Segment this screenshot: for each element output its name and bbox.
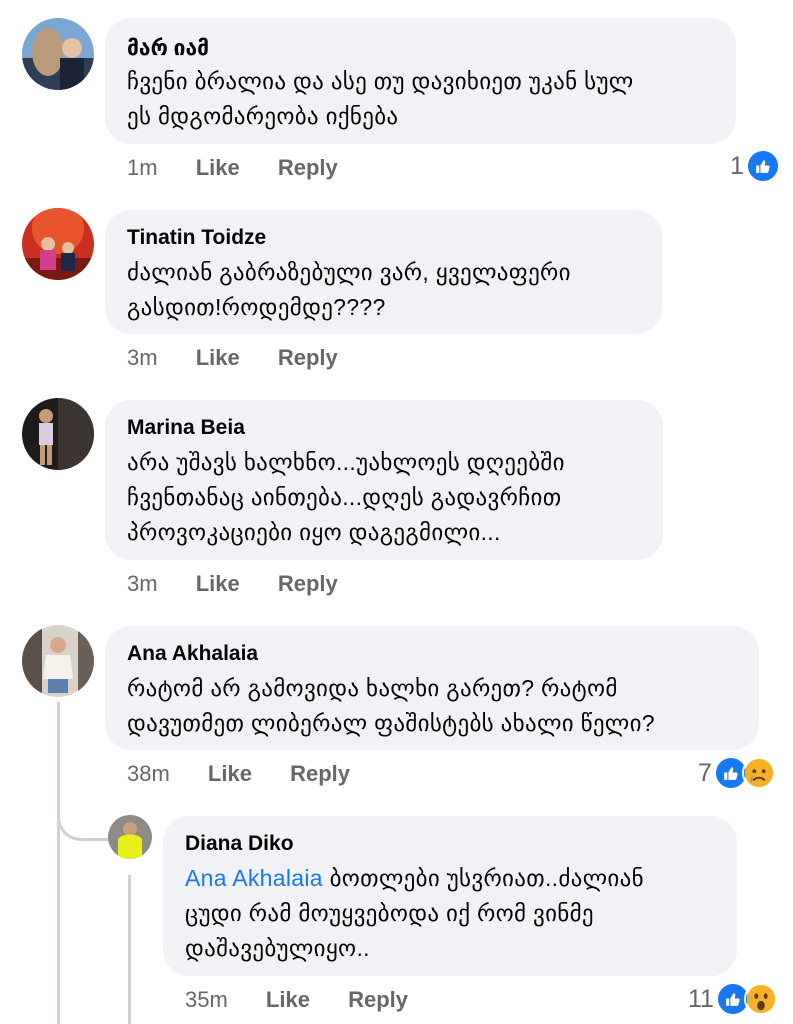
comment-timestamp[interactable]: 3m — [127, 345, 158, 370]
comment-author[interactable]: Tinatin Toidze — [127, 226, 266, 250]
comment-text-line: გასდით!როდემდე???? — [127, 294, 386, 320]
reply-button[interactable]: Reply — [348, 987, 408, 1012]
comment-text-line: ძალიან გაბრაზებული ვარ, ყველაფერი — [127, 259, 571, 285]
mention-link[interactable]: Ana Akhalaia — [185, 865, 323, 891]
avatar[interactable] — [22, 18, 94, 90]
comment-text-line: დავუთმეთ ლიბერალ ფაშისტებს ახალი წელი? — [127, 710, 655, 736]
comment-bubble: Tinatin Toidze ძალიან გაბრაზებული ვარ, ყ… — [105, 210, 662, 334]
thread-curve — [57, 790, 112, 841]
like-button[interactable]: Like — [208, 761, 252, 786]
reaction-count: 1 — [730, 151, 744, 180]
comment-timestamp[interactable]: 38m — [127, 761, 170, 786]
avatar[interactable] — [22, 208, 94, 280]
comment-text-line: ეს მდგომარეობა იქნება — [127, 103, 399, 129]
comment-text-line: არა უშავს ხალხნო...უახლოეს დღეებში — [127, 449, 565, 475]
comment-meta: 3m Like Reply — [127, 571, 338, 597]
comment-meta: 3m Like Reply — [127, 345, 338, 371]
comment-text-line: ჩვენი ბრალია და ასე თუ დავიხიეთ უკან სულ — [127, 68, 634, 94]
avatar[interactable] — [22, 398, 94, 470]
avatar[interactable] — [108, 815, 152, 859]
wow-icon — [743, 982, 778, 1016]
comment-author[interactable]: Ana Akhalaia — [127, 642, 258, 666]
reactions-summary[interactable]: 11 — [688, 982, 778, 1016]
comment-author[interactable]: მარ იამ — [127, 36, 209, 61]
comment-timestamp[interactable]: 35m — [185, 987, 228, 1012]
like-button[interactable]: Like — [196, 155, 240, 180]
comment-text-line: რატომ არ გამოვიდა ხალხი გარეთ? რატომ — [127, 675, 618, 701]
like-button[interactable]: Like — [196, 345, 240, 370]
reaction-count: 11 — [688, 984, 714, 1013]
sad-icon — [741, 756, 776, 790]
comment-bubble: Ana Akhalaia რატომ არ გამოვიდა ხალხი გარ… — [105, 626, 759, 750]
reactions-summary[interactable]: 7 — [698, 756, 776, 790]
comment-author[interactable]: Diana Diko — [185, 832, 294, 856]
comment-text-line: პროვოკაციები იყო დაგეგმილი... — [127, 519, 501, 545]
comment-bubble: მარ იამ ჩვენი ბრალია და ასე თუ დავიხიეთ … — [105, 18, 736, 144]
reaction-count: 7 — [698, 758, 712, 787]
comment-timestamp[interactable]: 1m — [127, 155, 158, 180]
comment-meta: 35m Like Reply — [185, 987, 408, 1013]
comment-text-line: ჩვენთანაც აინთება...დღეს გადავრჩით — [127, 484, 562, 510]
comment-text-line: ცუდი რამ მოუყვებოდა იქ რომ ვინმე — [185, 900, 594, 926]
comment-meta: 1m Like Reply — [127, 155, 338, 181]
avatar[interactable] — [22, 625, 94, 697]
comment-bubble: Marina Beia არა უშავს ხალხნო...უახლოეს დ… — [105, 400, 663, 560]
thread-line — [57, 702, 60, 1024]
comment-author[interactable]: Marina Beia — [127, 416, 245, 440]
like-button[interactable]: Like — [266, 987, 310, 1012]
reply-button[interactable]: Reply — [290, 761, 350, 786]
like-button[interactable]: Like — [196, 571, 240, 596]
comment-text-line: Ana Akhalaia ბოთლები უსვრიათ..ძალიან — [185, 861, 644, 896]
reply-thread-line — [128, 875, 131, 1024]
reply-bubble: Diana Diko Ana Akhalaia ბოთლები უსვრიათ.… — [163, 816, 737, 976]
comment-text-line: დაშავებულიყო.. — [185, 935, 370, 961]
comment-timestamp[interactable]: 3m — [127, 571, 158, 596]
reply-button[interactable]: Reply — [278, 155, 338, 180]
reply-button[interactable]: Reply — [278, 345, 338, 370]
comment-meta: 38m Like Reply — [127, 761, 350, 787]
like-icon — [745, 149, 780, 183]
reply-button[interactable]: Reply — [278, 571, 338, 596]
reactions-summary[interactable]: 1 — [730, 149, 780, 183]
comment-text: ბოთლები უსვრიათ..ძალიან — [322, 865, 644, 891]
